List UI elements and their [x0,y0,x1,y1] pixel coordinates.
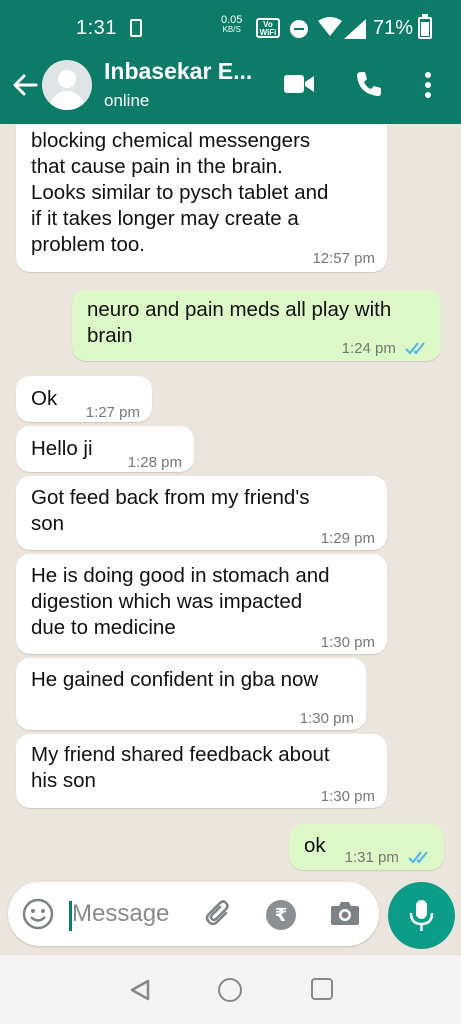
message-text: blocking chemical messengers that cause … [31,129,329,256]
message-text: ok [304,834,326,857]
message-time: 12:57 pm [312,250,375,267]
message-text: Got feed back from my friend's son [31,486,310,535]
wifi-icon [318,17,342,36]
message-incoming[interactable]: My friend shared feedback about his son … [16,734,387,808]
status-bar: 1:31 0.05 KB/S Vo WiFi 71% [0,0,461,58]
chat-area[interactable]: blocking chemical messengers that cause … [0,124,461,878]
avatar[interactable] [42,60,92,110]
voice-call-icon[interactable] [354,70,382,98]
message-outgoing[interactable]: neuro and pain meds all play with brain … [72,290,441,361]
message-outgoing[interactable]: ok 1:31 pm [289,824,444,870]
message-time-wrap: 1:31 pm [345,845,432,871]
network-speed: 0.05 KB/S [221,15,242,35]
read-receipt-icon [408,851,428,864]
message-incoming[interactable]: Got feed back from my friend's son 1:29 … [16,476,387,550]
message-incoming[interactable]: He is doing good in stomach and digestio… [16,554,387,654]
nav-home-icon[interactable] [218,978,242,1002]
signal-icon [344,19,366,39]
message-time: 1:27 pm [85,404,140,421]
network-speed-unit: KB/S [222,25,241,34]
contact-name[interactable]: Inbasekar E... [104,58,264,85]
attach-icon[interactable] [204,899,234,929]
back-arrow-icon[interactable] [8,68,42,102]
mic-icon [409,900,434,931]
message-time: 1:30 pm [320,788,375,805]
message-time: 1:30 pm [299,710,354,727]
chat-header: Inbasekar E... online [0,58,461,124]
message-incoming[interactable]: Ok 1:27 pm [16,376,152,422]
message-incoming[interactable]: He gained confident in gba now 1:30 pm [16,658,366,730]
nav-back-icon[interactable] [128,978,152,1002]
message-input[interactable] [72,896,202,932]
message-composer: ₹ [8,882,379,946]
battery-icon [418,14,432,39]
rupee-payment-icon[interactable]: ₹ [266,900,296,930]
battery-percent: 71% [373,17,414,39]
emoji-icon[interactable] [22,898,54,930]
message-time-wrap: 1:24 pm [342,336,429,362]
message-incoming[interactable]: Hello ji 1:28 pm [16,426,194,472]
avatar-body [50,91,84,110]
contact-status: online [104,91,150,110]
status-time: 1:31 [76,17,117,39]
more-options-icon[interactable] [418,70,438,100]
message-time: 1:29 pm [320,530,375,547]
message-incoming[interactable]: blocking chemical messengers that cause … [16,124,387,272]
mic-button[interactable] [388,882,455,949]
do-not-disturb-icon [290,20,308,38]
message-time: 1:28 pm [127,454,182,471]
read-receipt-icon [405,342,425,355]
message-text: My friend shared feedback about his son [31,743,330,792]
volte-wifi-icon: Vo WiFi [256,18,280,38]
message-text: He gained confident in gba now [31,668,319,691]
message-text: He is doing good in stomach and digestio… [31,564,330,639]
message-text: Ok [31,387,58,410]
network-speed-value: 0.05 [221,14,243,26]
notification-icon [130,19,142,37]
video-call-icon[interactable] [283,72,315,96]
nav-recents-icon[interactable] [311,978,333,1000]
message-time: 1:24 pm [341,340,396,357]
message-time: 1:31 pm [344,849,399,866]
camera-icon[interactable] [330,899,360,927]
system-nav-bar [0,955,461,1024]
message-time: 1:30 pm [320,634,375,651]
message-text: Hello ji [31,437,93,460]
avatar-head [58,70,76,88]
